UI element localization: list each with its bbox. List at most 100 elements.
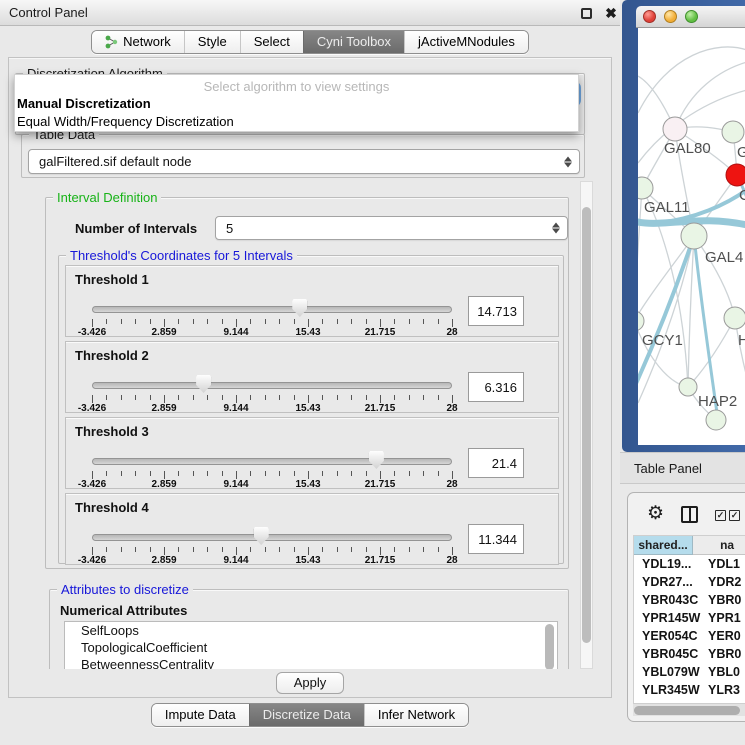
table-row[interactable]: YBR043CYBR0	[634, 591, 745, 609]
scrollbar-thumb[interactable]	[634, 706, 740, 715]
threshold-slider-thumb[interactable]	[196, 375, 211, 393]
attribute-list-item[interactable]: TopologicalCoefficient	[65, 639, 557, 656]
node-label: GAL11	[644, 199, 690, 216]
checkbox-icon[interactable]: ✓	[715, 510, 726, 521]
network-node-green[interactable]	[638, 311, 644, 331]
tab-infer-network[interactable]: Infer Network	[364, 704, 468, 726]
scrollbar-thumb[interactable]	[545, 624, 554, 669]
split-view-icon[interactable]	[681, 506, 698, 523]
float-window-icon[interactable]	[581, 8, 592, 19]
threshold-box-4: Threshold 4-3.4262.8599.14415.4321.71528…	[65, 493, 559, 565]
network-node-pink[interactable]	[663, 117, 687, 141]
tick-mark	[308, 395, 309, 403]
gear-icon[interactable]: ⚙	[647, 504, 664, 524]
algorithm-option-equal-width[interactable]: Equal Width/Frequency Discretization	[17, 114, 234, 129]
column-header-name[interactable]: na	[693, 536, 745, 555]
node-label: C	[739, 187, 745, 204]
combo-arrows-icon	[552, 223, 560, 234]
attributes-list-scrollbar[interactable]	[544, 624, 555, 669]
numerical-attributes-label: Numerical Attributes	[60, 603, 187, 618]
table-row[interactable]: YDR27...YDR2	[634, 573, 745, 591]
tab-jactivemnodules[interactable]: jActiveMNodules	[404, 31, 528, 53]
table-row[interactable]: YLR345WYLR3	[634, 681, 745, 699]
minimize-traffic-light-icon[interactable]	[664, 10, 677, 23]
tick-mark	[121, 547, 122, 552]
tick-mark	[265, 319, 266, 324]
network-graph[interactable]: GAL80GACGAL11GAL4GCY1HHAP2	[638, 28, 745, 445]
zoom-traffic-light-icon[interactable]	[685, 10, 698, 23]
table-row[interactable]: YER054CYER0	[634, 627, 745, 645]
network-view-window[interactable]: GAL80GACGAL11GAL4GCY1HHAP2	[622, 0, 745, 452]
network-edge[interactable]	[675, 62, 745, 129]
close-icon[interactable]: ✖	[602, 4, 620, 22]
tick-mark	[294, 319, 295, 324]
table-data-combobox[interactable]: galFiltered.sif default node	[28, 149, 580, 174]
tab-cyni-toolbox[interactable]: Cyni Toolbox	[303, 31, 404, 53]
tick-label: 21.715	[358, 479, 402, 490]
cell-shared-name: YBR045C	[634, 645, 704, 663]
tab-network[interactable]: Network	[92, 31, 184, 53]
threshold-value-field[interactable]: 11.344	[468, 524, 524, 554]
tick-mark	[279, 471, 280, 476]
table-row[interactable]: YPR145WYPR1	[634, 609, 745, 627]
network-node-red[interactable]	[726, 164, 745, 186]
network-canvas[interactable]: GAL80GACGAL11GAL4GCY1HHAP2	[638, 28, 745, 445]
network-window-titlebar[interactable]	[636, 6, 745, 28]
network-node-green[interactable]	[681, 223, 707, 249]
threshold-value-field[interactable]: 14.713	[468, 296, 524, 326]
table-panel-title: Table Panel	[634, 461, 702, 476]
node-attribute-table[interactable]: shared... na YDL19...YDL1YDR27...YDR2YBR…	[633, 535, 745, 707]
threshold-slider-track[interactable]	[92, 534, 452, 541]
tick-label: 9.144	[214, 479, 258, 490]
threshold-slider-track[interactable]	[92, 306, 452, 313]
tick-mark	[265, 547, 266, 552]
tab-impute-data[interactable]: Impute Data	[152, 704, 249, 726]
tick-mark	[135, 547, 136, 552]
threshold-slider-track[interactable]	[92, 382, 452, 389]
table-row[interactable]: YBL079WYBL0	[634, 663, 745, 681]
network-node-green[interactable]	[722, 121, 744, 143]
table-horizontal-scrollbar[interactable]	[633, 703, 745, 716]
threshold-slider-track[interactable]	[92, 458, 452, 465]
threshold-slider-thumb[interactable]	[292, 299, 307, 317]
network-node-green[interactable]	[706, 410, 726, 430]
threshold-value-field[interactable]: 21.4	[468, 448, 524, 478]
tick-mark	[308, 471, 309, 479]
tab-select[interactable]: Select	[240, 31, 303, 53]
network-node-green[interactable]	[679, 378, 697, 396]
attribute-list-item[interactable]: SelfLoops	[65, 622, 557, 639]
network-edge-thick[interactable]	[638, 236, 694, 388]
numerical-attributes-list[interactable]: SelfLoopsTopologicalCoefficientBetweenne…	[64, 621, 558, 669]
attribute-list-item[interactable]: BetweennessCentrality	[65, 656, 557, 669]
tick-label: 2.859	[142, 327, 186, 338]
tick-mark	[193, 547, 194, 552]
threshold-value-field[interactable]: 6.316	[468, 372, 524, 402]
tick-mark	[92, 395, 93, 403]
cell-name: YBR0	[704, 645, 745, 663]
tick-mark	[438, 471, 439, 476]
network-node-green[interactable]	[724, 307, 745, 329]
right-panel: GAL80GACGAL11GAL4GCY1HHAP2 Table Panel ⚙…	[620, 0, 745, 745]
network-edge[interactable]	[638, 188, 642, 321]
column-header-shared-name[interactable]: shared...	[634, 536, 693, 555]
algorithm-option-manual[interactable]: Manual Discretization	[17, 96, 151, 111]
tick-label: 28	[430, 555, 474, 566]
apply-button[interactable]: Apply	[276, 672, 344, 694]
threshold-box-3: Threshold 3-3.4262.8599.14415.4321.71528…	[65, 417, 559, 489]
tick-mark	[452, 319, 453, 327]
tick-mark	[409, 547, 410, 552]
threshold-slider-thumb[interactable]	[254, 527, 269, 545]
table-row[interactable]: YBR045CYBR0	[634, 645, 745, 663]
network-edge[interactable]	[638, 321, 688, 387]
network-edge[interactable]	[638, 47, 745, 113]
tab-discretize-data[interactable]: Discretize Data	[249, 704, 364, 726]
tab-style[interactable]: Style	[184, 31, 240, 53]
number-of-intervals-combobox[interactable]: 5	[215, 216, 568, 240]
close-traffic-light-icon[interactable]	[643, 10, 656, 23]
checkbox-icon[interactable]: ✓	[729, 510, 740, 521]
tick-mark	[423, 471, 424, 476]
table-row[interactable]: YDL19...YDL1	[634, 555, 745, 573]
threshold-slider-thumb[interactable]	[369, 451, 384, 469]
settings-vertical-scrollbar[interactable]	[580, 181, 593, 669]
scrollbar-thumb[interactable]	[582, 207, 591, 643]
